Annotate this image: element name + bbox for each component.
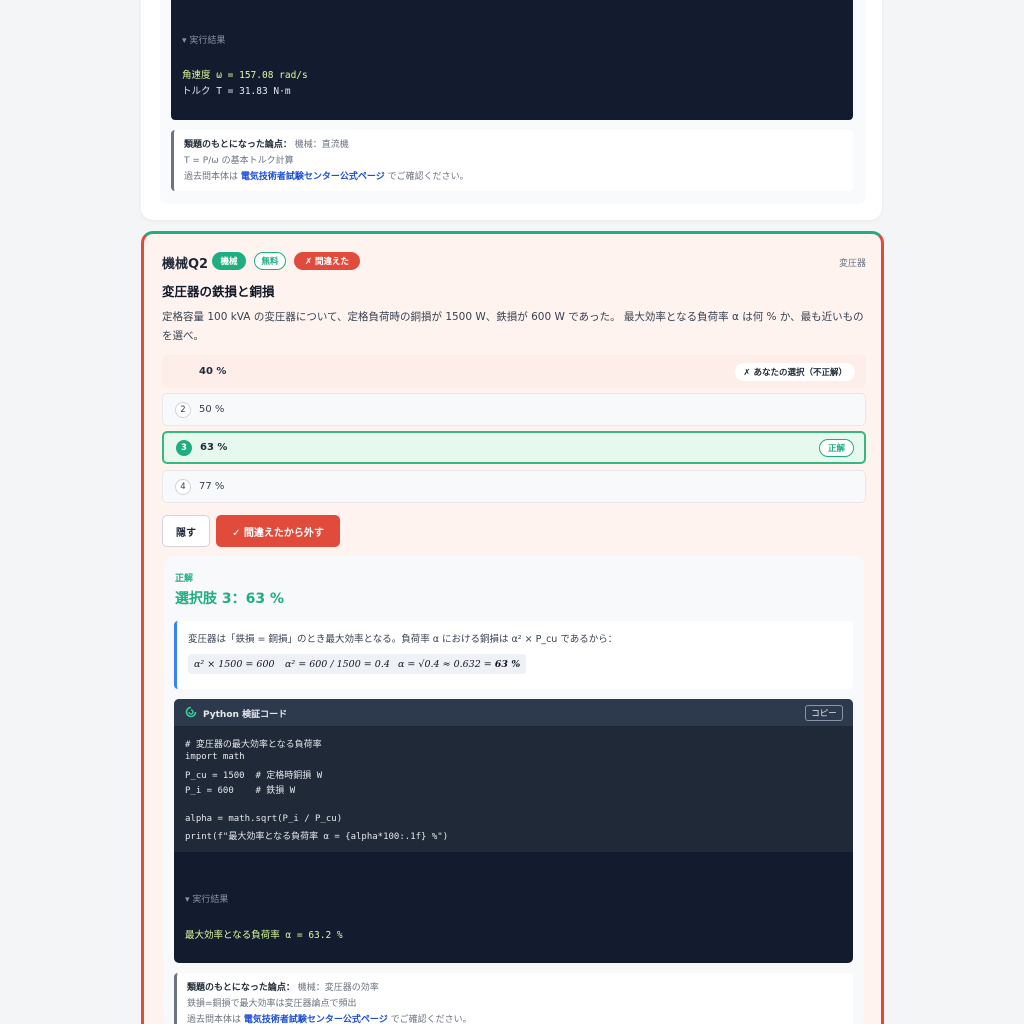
code-header: Python 検証コード コピー	[174, 699, 853, 726]
copy-button[interactable]: コピー	[805, 705, 843, 721]
hide-button[interactable]: 隠す	[162, 515, 210, 547]
formula: α = √0.4 ≈ 0.632 = 63 %	[392, 654, 527, 674]
official-page-link[interactable]: 電気技術者試験センター公式ページ	[241, 172, 385, 182]
choice-number: 2	[175, 401, 191, 418]
question-number: 機械Q2	[162, 257, 209, 272]
previous-result-block	[171, 0, 853, 120]
formula-text: α = √0.4 ≈ 0.632 =	[398, 658, 492, 670]
code-line: P_i = 600 # 鉄損 W	[185, 786, 296, 796]
your-choice-tag: ✗ あなたの選択（不正解）	[735, 362, 855, 381]
python-code-block: Python 検証コード コピー # 変圧器の最大効率となる負荷率 import…	[174, 699, 853, 852]
source-topic: 機械：直流機	[294, 140, 349, 150]
free-badge: 無料	[254, 252, 286, 270]
source-topic: 機械：変圧器の効率	[297, 983, 379, 993]
code-line: import math	[185, 752, 245, 762]
choice-number: 3	[176, 439, 192, 456]
source-label: 類題のもとになった論点：	[187, 983, 295, 993]
previous-source-box: 類題のもとになった論点： 機械：直流機 T = P/ω の基本トルク計算 過去問…	[171, 130, 853, 191]
choice-text: 63 %	[200, 442, 228, 453]
correct-tag: 正解	[818, 438, 854, 457]
official-page-link[interactable]: 電気技術者試験センター公式ページ	[244, 1015, 388, 1024]
choice-1[interactable]: 1 40 % ✗ あなたの選択（不正解）	[162, 355, 866, 388]
source-label: 類題のもとになった論点：	[184, 140, 292, 150]
code-line: P_cu = 1500 # 定格時銅損 W	[185, 771, 323, 781]
answer-label: 正解	[175, 574, 194, 584]
formula-result: 63 %	[494, 658, 521, 670]
code-line: alpha = math.sqrt(P_i / P_cu)	[185, 814, 343, 824]
code-title: Python 検証コード	[203, 710, 288, 720]
previous-result-line: 角速度 ω = 157.08 rad/s	[182, 70, 308, 81]
formula: α² = 600 / 1500 = 0.4	[279, 654, 396, 674]
result-toggle[interactable]: ▾ 実行結果	[185, 892, 228, 905]
formula: α² × 1500 = 600	[188, 654, 281, 674]
choice-3[interactable]: 3 63 % 正解	[162, 431, 866, 464]
source-detail: 鉄損=銅損で最大効率は変圧器論点で頻出	[187, 999, 357, 1009]
choice-4[interactable]: 4 77 %	[162, 470, 866, 503]
source-box: 類題のもとになった論点： 機械：変圧器の効率 鉄損=銅損で最大効率は変圧器論点で…	[174, 973, 853, 1024]
previous-result-toggle[interactable]: ▾ 実行結果	[182, 33, 225, 46]
result-line: 最大効率となる負荷率 α = 63.2 %	[185, 930, 343, 941]
choice-number: 1	[180, 366, 186, 377]
choice-text: 40 %	[199, 366, 227, 377]
question-text: 定格容量 100 kVA の変圧器について、定格負荷時の銅損が 1500 W、鉄…	[162, 311, 864, 342]
question-category: 変圧器	[838, 259, 866, 269]
source-detail: T = P/ω の基本トルク計算	[184, 156, 294, 166]
source-pre: 過去問本体は	[187, 1015, 242, 1024]
subject-badge: 機械	[212, 252, 246, 270]
previous-result-line: トルク T = 31.83 N·m	[182, 86, 291, 97]
choice-text: 50 %	[199, 404, 225, 415]
question-heading: 変圧器の鉄損と銅損	[162, 284, 275, 299]
source-post: でご確認ください。	[387, 172, 469, 182]
source-post: でご確認ください。	[390, 1015, 472, 1024]
choice-2[interactable]: 2 50 %	[162, 393, 866, 426]
wrong-badge: ✗ 間違えた	[294, 252, 360, 270]
python-icon	[185, 706, 197, 718]
choice-number: 4	[175, 478, 191, 495]
code-line: print(f"最大効率となる負荷率 α = {alpha*100:.1f} %…	[185, 832, 449, 842]
result-block: ▾ 実行結果 最大効率となる負荷率 α = 63.2 %	[174, 852, 853, 963]
unmark-wrong-button[interactable]: ✓ 間違えたから外す	[216, 515, 340, 547]
answer-value: 選択肢 3：63 %	[175, 591, 284, 607]
code-line: # 変圧器の最大効率となる負荷率	[185, 740, 322, 750]
choice-text: 77 %	[199, 481, 225, 492]
explanation-text: 変圧器は「鉄損 = 銅損」のとき最大効率となる。負荷率 α における銅損は α²…	[188, 634, 618, 645]
source-pre: 過去問本体は	[184, 172, 239, 182]
